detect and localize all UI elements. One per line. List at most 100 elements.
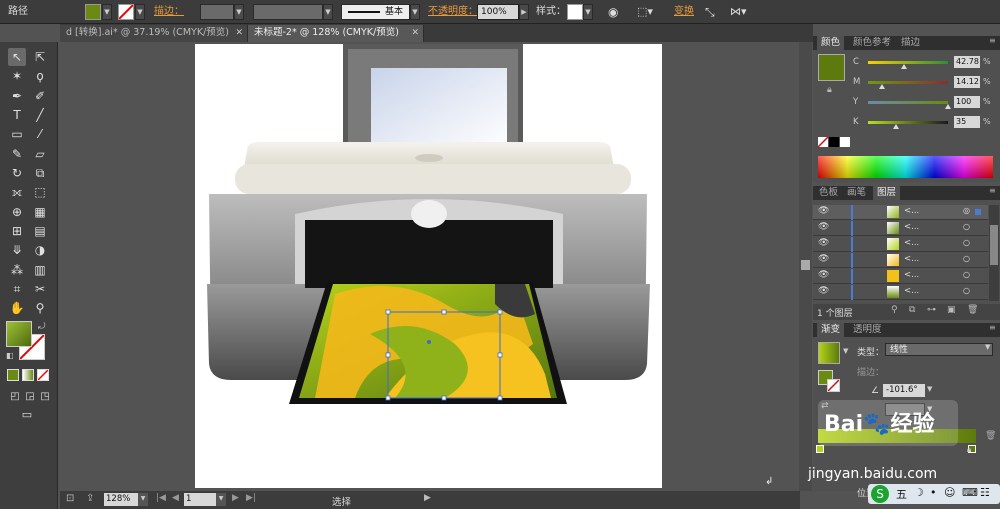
stroke-weight-field[interactable] xyxy=(200,4,234,20)
draw-inside-icon[interactable]: ◳ xyxy=(36,388,54,406)
prev-page-icon[interactable]: ◀ xyxy=(172,493,179,503)
close-icon[interactable]: ✕ xyxy=(235,25,243,41)
next-page-icon[interactable]: ▶ xyxy=(232,493,239,503)
selection-tool-icon[interactable]: ↖ xyxy=(8,48,26,66)
new-sublayer-icon[interactable]: ⊶ xyxy=(927,305,936,315)
stroke-swatch[interactable] xyxy=(118,4,134,20)
locate-object-icon[interactable]: ⚲ xyxy=(891,305,898,315)
channel-y-slider[interactable] xyxy=(868,101,948,104)
channel-k-slider[interactable] xyxy=(868,121,948,124)
target-icon[interactable]: ○ xyxy=(963,254,970,263)
delete-stop-icon[interactable]: 🗑︎ xyxy=(985,431,996,441)
pen-tool-icon[interactable]: ✒ xyxy=(8,87,26,105)
rotate-tool-icon[interactable]: ↻ xyxy=(8,164,26,182)
channel-c-value[interactable]: 42.78 xyxy=(954,56,980,68)
variable-width-arrow[interactable]: ▼ xyxy=(323,4,333,20)
pencil-tool-icon[interactable]: ✎ xyxy=(8,145,26,163)
rectangle-tool-icon[interactable]: ▭ xyxy=(8,125,26,143)
channel-y-knob[interactable] xyxy=(945,104,951,109)
vertical-scrollbar[interactable] xyxy=(799,42,812,491)
stroke-label[interactable]: 描边： xyxy=(154,5,184,19)
emoji-icon[interactable]: ☺ xyxy=(944,486,955,499)
gradient-preview[interactable] xyxy=(818,342,840,364)
tab-swatches[interactable]: 色板 xyxy=(815,186,842,200)
eraser-tool-icon[interactable]: ▱ xyxy=(31,145,49,163)
target-icon[interactable]: ○ xyxy=(963,270,970,279)
more-options-icon[interactable]: ⋈▾ xyxy=(730,5,747,19)
eye-icon[interactable]: 👁︎ xyxy=(818,254,829,264)
layer-name[interactable]: <... xyxy=(904,254,919,264)
gradient-stroke-box[interactable] xyxy=(827,379,840,392)
swap-fill-stroke-icon[interactable]: ⤾ xyxy=(38,322,46,332)
first-page-icon[interactable]: |◀ xyxy=(156,493,166,503)
channel-c-knob[interactable] xyxy=(901,64,907,69)
curvature-tool-icon[interactable]: ✐ xyxy=(31,87,49,105)
brush-profile-dropdown[interactable]: 基本 xyxy=(341,4,410,20)
perspective-grid-tool-icon[interactable]: ▦ xyxy=(31,203,49,221)
channel-k-value[interactable]: 35 xyxy=(954,116,980,128)
layer-name[interactable]: <... xyxy=(904,206,919,216)
channel-c-slider[interactable] xyxy=(868,61,948,64)
channel-m-value[interactable]: 14.12 xyxy=(954,76,980,88)
channel-y-value[interactable]: 100 xyxy=(954,96,980,108)
gradient-mode-icon[interactable] xyxy=(22,369,34,381)
stroke-weight-arrow[interactable]: ▼ xyxy=(234,4,244,20)
screen-mode-icon[interactable]: ▭ xyxy=(18,406,36,424)
skin-icon[interactable]: ☷ xyxy=(980,486,990,499)
layer-name[interactable]: <... xyxy=(904,238,919,248)
zoom-arrow[interactable]: ▼ xyxy=(138,493,148,506)
selection-indicator[interactable] xyxy=(975,209,981,215)
layer-row[interactable]: 👁︎ <... ○ xyxy=(813,269,988,284)
gradient-preview-arrow[interactable]: ▼ xyxy=(843,347,848,355)
color-mode-icon[interactable] xyxy=(7,369,19,381)
tab-brushes[interactable]: 画笔 xyxy=(843,186,870,200)
new-layer-icon[interactable]: ▣ xyxy=(947,305,956,315)
tab-stroke[interactable]: 描边 xyxy=(897,36,924,50)
free-transform-tool-icon[interactable]: ⬚ xyxy=(31,183,49,201)
layer-row[interactable]: 👁︎ <... ○ xyxy=(813,237,988,252)
isolate-icon[interactable]: ⤡ xyxy=(705,5,715,19)
blend-tool-icon[interactable]: ◑ xyxy=(31,241,49,259)
layer-name[interactable]: <... xyxy=(904,286,919,296)
panel-menu-icon[interactable]: ≡ xyxy=(989,186,996,195)
recolor-icon[interactable]: ◉ xyxy=(608,5,618,19)
target-icon[interactable]: ○ xyxy=(963,222,970,231)
document-tab-1[interactable]: d [转换].ai* @ 37.19% (CMYK/预览) ✕ xyxy=(60,25,248,42)
artboard[interactable] xyxy=(195,44,662,488)
layer-row[interactable]: 👁︎ <... ○ xyxy=(813,253,988,268)
last-page-icon[interactable]: ▶| xyxy=(246,493,256,503)
layer-row[interactable]: 👁︎ <... ○ xyxy=(813,221,988,236)
layers-scrollbar[interactable] xyxy=(989,205,999,301)
tab-layers[interactable]: 图层 xyxy=(873,186,901,200)
document-tab-2[interactable]: 未标题-2* @ 128% (CMYK/预览) ✕ xyxy=(248,25,424,42)
status-menu-arrow[interactable]: ▶ xyxy=(424,493,431,503)
fill-color-box[interactable] xyxy=(6,321,32,347)
tab-gradient[interactable]: 渐变 xyxy=(817,323,845,337)
white-color-icon[interactable] xyxy=(840,137,850,147)
none-mode-icon[interactable] xyxy=(37,369,49,381)
share-icon[interactable]: ⇪ xyxy=(86,493,94,504)
opacity-input[interactable]: 100% xyxy=(477,4,519,20)
target-icon[interactable]: ○ xyxy=(963,286,970,295)
magic-wand-tool-icon[interactable]: ✶ xyxy=(8,67,26,85)
eye-icon[interactable]: 👁︎ xyxy=(818,286,829,296)
page-arrow[interactable]: ▼ xyxy=(216,493,226,506)
layer-name[interactable]: <... xyxy=(904,270,919,280)
artboard-nav-icon[interactable]: ⊡ xyxy=(66,493,74,504)
channel-m-knob[interactable] xyxy=(879,84,885,89)
eye-icon[interactable]: 👁︎ xyxy=(818,222,829,232)
brush-profile-arrow[interactable]: ▼ xyxy=(410,4,420,20)
shape-builder-tool-icon[interactable]: ⊕ xyxy=(8,203,26,221)
close-icon[interactable]: ✕ xyxy=(411,25,419,41)
graph-tool-icon[interactable]: ▥ xyxy=(31,261,49,279)
color-spectrum[interactable] xyxy=(818,156,993,178)
fill-dropdown-arrow[interactable]: ▼ xyxy=(102,4,112,20)
style-arrow[interactable]: ▼ xyxy=(583,4,593,20)
default-colors-icon[interactable]: ◧ xyxy=(6,351,14,360)
paintbrush-tool-icon[interactable]: ⁄ xyxy=(31,125,49,143)
type-tool-icon[interactable]: T xyxy=(8,106,26,124)
zoom-tool-icon[interactable]: ⚲ xyxy=(31,299,49,317)
layer-row[interactable]: 👁︎ <... ○ xyxy=(813,285,988,300)
punctuation-icon[interactable]: • xyxy=(930,486,937,499)
align-icon[interactable]: ⬚▾ xyxy=(637,5,653,19)
